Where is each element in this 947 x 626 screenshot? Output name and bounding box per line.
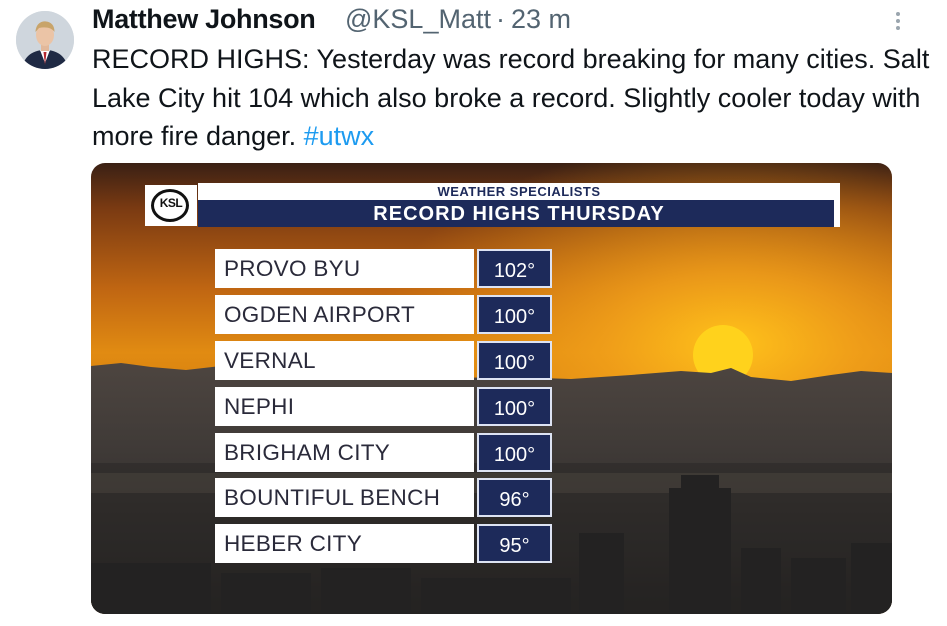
city-temp: 100° [477, 341, 552, 380]
tweet-timestamp[interactable]: 23 m [511, 4, 571, 34]
hashtag-link[interactable]: #utwx [304, 121, 375, 151]
city-temp: 102° [477, 249, 552, 288]
city-temp: 100° [477, 433, 552, 472]
city-temp: 95° [477, 524, 552, 563]
avatar[interactable] [16, 11, 74, 69]
more-vertical-icon[interactable] [890, 9, 906, 35]
author-name[interactable]: Matthew Johnson [92, 4, 316, 35]
avatar-image [16, 11, 74, 69]
ksl-logo: KSL [145, 185, 197, 226]
meta-separator: · [495, 4, 505, 34]
tweet-text: RECORD HIGHS: Yesterday was record break… [92, 40, 932, 156]
city-temp: 96° [477, 478, 552, 517]
graphic-subtitle: WEATHER SPECIALISTS [198, 183, 840, 200]
city-temp: 100° [477, 295, 552, 334]
city-name: OGDEN AIRPORT [215, 295, 474, 334]
author-meta: @KSL_Matt · 23 m [345, 4, 571, 35]
city-name: VERNAL [215, 341, 474, 380]
tweet-body: RECORD HIGHS: Yesterday was record break… [92, 44, 930, 151]
graphic-title: RECORD HIGHS THURSDAY [198, 200, 840, 227]
city-name: BOUNTIFUL BENCH [215, 478, 474, 517]
city-temp: 100° [477, 387, 552, 426]
city-name: NEPHI [215, 387, 474, 426]
city-name: PROVO BYU [215, 249, 474, 288]
city-name: BRIGHAM CITY [215, 433, 474, 472]
city-name: HEBER CITY [215, 524, 474, 563]
author-handle[interactable]: @KSL_Matt [345, 4, 491, 34]
